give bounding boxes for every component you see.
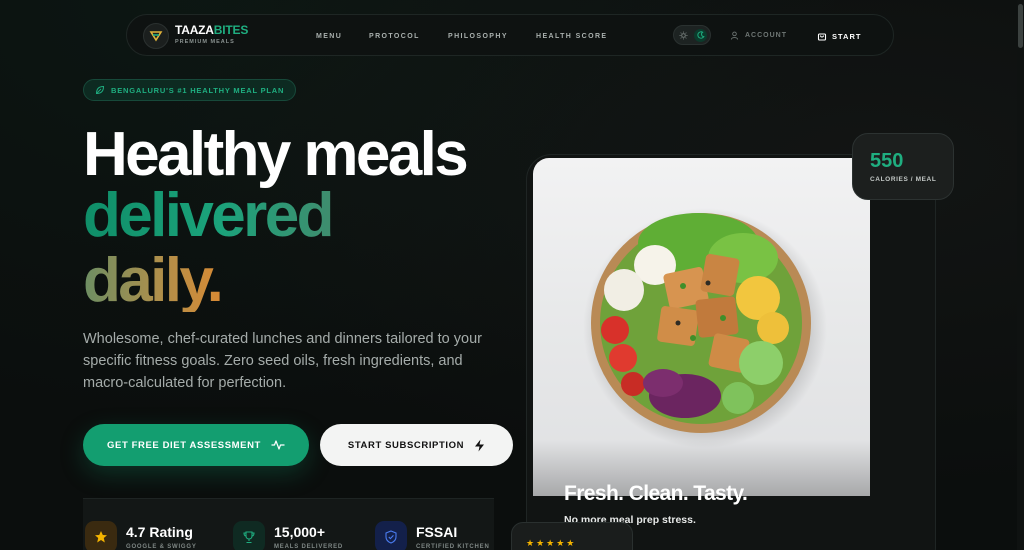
showcase-title: Fresh. Clean. Tasty.: [564, 482, 748, 505]
badge-label: BENGALURU'S #1 HEALTHY MEAL PLAN: [111, 85, 285, 95]
brand-name: TAAZABITES: [175, 23, 249, 37]
moon-icon[interactable]: [694, 28, 707, 42]
start-subscription-button[interactable]: START SUBSCRIPTION: [320, 424, 513, 466]
stat-value: FSSAI: [416, 524, 458, 540]
secondary-cta-label: START SUBSCRIPTION: [347, 439, 465, 451]
account-label: ACCOUNT: [745, 32, 787, 39]
brand[interactable]: TAAZABITES PREMIUM MEALS: [175, 24, 248, 46]
free-diet-assessment-button[interactable]: GET FREE DIET ASSESSMENT: [83, 424, 309, 466]
stats-strip: 4.7 Rating GOOGLE & SWIGGY 15,000+ MEALS…: [83, 498, 494, 550]
start-button[interactable]: START: [817, 31, 861, 41]
nav-link-health-score[interactable]: HEALTH SCORE: [536, 33, 608, 40]
stat-label: GOOGLE & SWIGGY: [126, 544, 197, 550]
headline-line-2: delivered: [83, 181, 334, 250]
stat-value: 15,000+: [274, 524, 325, 540]
top-navbar: TAAZABITES PREMIUM MEALS MENU PROTOCOL P…: [126, 14, 894, 56]
leaf-icon: [95, 85, 105, 95]
rating-stars: ★★★★★: [526, 538, 577, 548]
hero-badge: BENGALURU'S #1 HEALTHY MEAL PLAN: [83, 79, 297, 101]
account-link[interactable]: ACCOUNT: [730, 31, 787, 40]
page-scrollbar[interactable]: [1017, 0, 1024, 550]
lightning-icon: [475, 439, 485, 451]
headline-line-1: Healthy meals: [83, 120, 469, 189]
user-icon: [730, 31, 739, 40]
start-label: START: [832, 31, 862, 41]
trophy-icon: [233, 521, 265, 550]
sun-icon[interactable]: [677, 29, 690, 42]
stat-label: MEALS DELIVERED: [274, 544, 344, 550]
stat-certification: FSSAI CERTIFIED KITCHEN: [375, 521, 490, 550]
stat-value: 4.7 Rating: [126, 524, 193, 540]
headline-line-3: daily.: [83, 246, 224, 315]
hero-description: Wholesome, chef-curated lunches and dinn…: [83, 331, 482, 391]
logo-icon[interactable]: [143, 23, 169, 49]
brand-tagline: PREMIUM MEALS: [175, 39, 235, 45]
calories-label: CALORIES / MEAL: [870, 176, 937, 183]
stat-label: CERTIFIED KITCHEN: [416, 544, 490, 550]
shield-icon: [375, 521, 407, 550]
theme-toggle[interactable]: [673, 25, 711, 45]
primary-cta-label: GET FREE DIET ASSESSMENT: [107, 439, 261, 451]
calories-value: 550: [870, 150, 904, 172]
bag-icon: [817, 33, 827, 41]
pulse-icon: [271, 440, 285, 450]
review-card: ★★★★★: [511, 522, 633, 550]
calories-card: 550 CALORIES / MEAL: [852, 133, 954, 200]
stat-rating: 4.7 Rating GOOGLE & SWIGGY: [85, 521, 197, 550]
star-icon: [85, 521, 117, 550]
nav-link-philosophy[interactable]: PHILOSOPHY: [448, 33, 508, 40]
nav-link-menu[interactable]: MENU: [316, 33, 342, 40]
scrollbar-thumb[interactable]: [1018, 4, 1023, 48]
nav-link-protocol[interactable]: PROTOCOL: [369, 33, 420, 40]
stat-meals: 15,000+ MEALS DELIVERED: [233, 521, 343, 550]
